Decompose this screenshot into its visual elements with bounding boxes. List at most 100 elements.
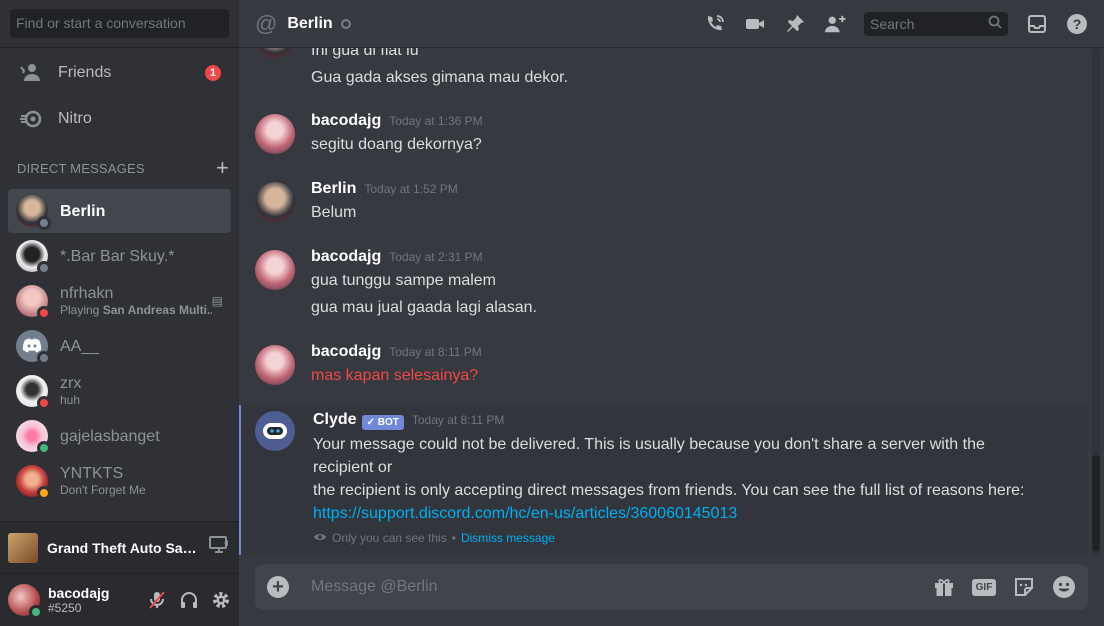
message-group: Berlin Today at 1:52 PM Belum: [239, 180, 1088, 224]
direct-messages-header: DIRECT MESSAGES +: [0, 148, 239, 188]
mute-mic-icon[interactable]: [147, 590, 167, 610]
message-author[interactable]: Berlin: [311, 180, 356, 198]
message-group: bacodajg Today at 2:31 PM gua tunggu samp…: [239, 248, 1088, 319]
activity-prefix: Playing: [60, 303, 103, 317]
add-friend-to-dm-icon[interactable]: [824, 13, 846, 35]
only-you-label: Only you can see this: [332, 531, 447, 545]
dm-name: *.Bar Bar Skuy.*: [60, 247, 175, 265]
message-timestamp: Today at 8:11 PM: [411, 413, 505, 427]
now-playing-title: Grand Theft Auto San ...: [47, 539, 197, 556]
message-author[interactable]: bacodajg: [311, 248, 381, 266]
message-text: gua tunggu sampe malem: [311, 272, 496, 289]
pinned-messages-icon[interactable]: [784, 13, 806, 35]
gif-picker-button[interactable]: GIF: [972, 578, 996, 596]
search-input[interactable]: Search: [864, 11, 1008, 36]
start-voice-call-icon[interactable]: [704, 13, 726, 35]
dm-name: AA__: [60, 337, 100, 355]
inbox-icon[interactable]: [1026, 13, 1048, 35]
now-playing-bar: Grand Theft Auto San ...: [0, 521, 239, 573]
message-group: bacodajg Today at 8:11 PM mas kapan seles…: [239, 343, 1088, 387]
message-group: Ini gua di flat lu Gua gada akses gimana…: [239, 48, 1088, 89]
message-placeholder: Message @Berlin: [311, 578, 438, 595]
dm-item-nfrhakn[interactable]: nfrhakn Playing San Andreas Multi... ▤: [8, 279, 231, 323]
emoji-picker-icon[interactable]: [1052, 575, 1076, 599]
avatar[interactable]: [255, 250, 295, 290]
dm-custom-status: huh: [60, 393, 81, 407]
message-text-failed: mas kapan selesainya?: [311, 367, 479, 384]
message-text: Ini gua di flat lu: [311, 48, 419, 59]
message-composer: + Message @Berlin GIF: [239, 556, 1104, 626]
sticker-icon[interactable]: [1012, 575, 1036, 599]
dm-name: Berlin: [60, 202, 106, 220]
user-avatar[interactable]: [8, 584, 43, 619]
message-author[interactable]: bacodajg: [311, 343, 381, 361]
eye-icon: [313, 531, 327, 545]
channel-title: Berlin: [287, 14, 333, 32]
friends-label: Friends: [58, 64, 112, 81]
game-art-icon: [8, 532, 38, 563]
dm-item-zrx[interactable]: zrx huh: [8, 369, 231, 413]
message-timestamp: Today at 2:31 PM: [389, 250, 483, 264]
message-group: bacodajg Today at 1:36 PM segitu doang de…: [239, 112, 1088, 156]
dm-list: Berlin *.Bar Bar Skuy.* nfrhakn Playing …: [0, 188, 239, 521]
user-tag: #5250: [48, 601, 82, 615]
help-icon[interactable]: ?: [1066, 13, 1088, 35]
dm-item-gajelasbanget[interactable]: gajelasbanget: [8, 414, 231, 458]
gift-icon[interactable]: [932, 575, 956, 599]
avatar: [255, 48, 295, 58]
status-indicator: [37, 486, 51, 500]
start-video-call-icon[interactable]: [744, 13, 766, 35]
avatar: [16, 420, 51, 455]
dm-name: nfrhakn: [60, 285, 114, 302]
clyde-bot-icon: [263, 423, 287, 439]
friends-nav-item[interactable]: Friends 1: [8, 52, 231, 94]
dm-sidebar: Find or start a conversation Friends 1 N…: [0, 0, 239, 626]
ephemeral-note: Only you can see this • Dismiss message: [313, 531, 1040, 545]
friends-icon: [18, 60, 44, 86]
settings-gear-icon[interactable]: [211, 590, 231, 610]
dm-item-yntkts[interactable]: YNTKTS Don't Forget Me: [8, 459, 231, 503]
status-indicator: [340, 18, 351, 29]
message-timestamp: Today at 1:52 PM: [364, 182, 458, 196]
upload-plus-icon[interactable]: +: [267, 576, 289, 598]
support-link[interactable]: https://support.discord.com/hc/en-us/art…: [313, 502, 1040, 525]
avatar: [16, 285, 51, 320]
dm-custom-status: Don't Forget Me: [60, 483, 146, 497]
dm-item-berlin[interactable]: Berlin: [8, 189, 231, 233]
direct-messages-title: DIRECT MESSAGES: [17, 160, 145, 176]
search-icon: [988, 15, 1002, 32]
message-author[interactable]: bacodajg: [311, 112, 381, 130]
find-conversation-input[interactable]: Find or start a conversation: [10, 9, 229, 38]
scrollbar-thumb[interactable]: [1092, 455, 1100, 551]
message-text: gua mau jual gaada lagi alasan.: [311, 299, 537, 316]
stream-screen-icon[interactable]: [209, 536, 229, 559]
message-input[interactable]: + Message @Berlin GIF: [255, 564, 1088, 610]
avatar: [16, 240, 51, 275]
username: bacodajg: [48, 585, 110, 601]
dm-item-bar-bar-skuy[interactable]: *.Bar Bar Skuy.*: [8, 234, 231, 278]
dm-activity: Playing San Andreas Multi...: [60, 303, 212, 318]
create-dm-plus-icon[interactable]: +: [216, 157, 229, 179]
avatar: [16, 375, 51, 410]
avatar[interactable]: [255, 182, 295, 222]
dm-name: YNTKTS: [60, 465, 124, 482]
clyde-system-message: Clyde ✓ BOT Today at 8:11 PM Your messag…: [239, 405, 1088, 555]
dismiss-message-link[interactable]: Dismiss message: [461, 531, 555, 545]
dm-item-aa[interactable]: AA__: [8, 324, 231, 368]
dm-name: gajelasbanget: [60, 427, 160, 445]
status-indicator: [37, 441, 51, 455]
scrollbar[interactable]: [1092, 48, 1100, 556]
avatar[interactable]: [255, 345, 295, 385]
message-author[interactable]: Clyde: [313, 411, 357, 429]
nitro-nav-item[interactable]: Nitro: [8, 98, 231, 140]
headphones-icon[interactable]: [179, 590, 199, 610]
message-list: Ini gua di flat lu Gua gada akses gimana…: [239, 48, 1104, 556]
clyde-avatar: [255, 411, 295, 451]
message-text: Your message could not be delivered. Thi…: [313, 436, 985, 476]
separator: •: [451, 531, 456, 545]
user-panel: bacodajg #5250: [0, 573, 239, 626]
message-text: Belum: [311, 204, 357, 221]
message-timestamp: Today at 1:36 PM: [389, 114, 483, 128]
status-indicator: [29, 605, 43, 619]
avatar[interactable]: [255, 114, 295, 154]
